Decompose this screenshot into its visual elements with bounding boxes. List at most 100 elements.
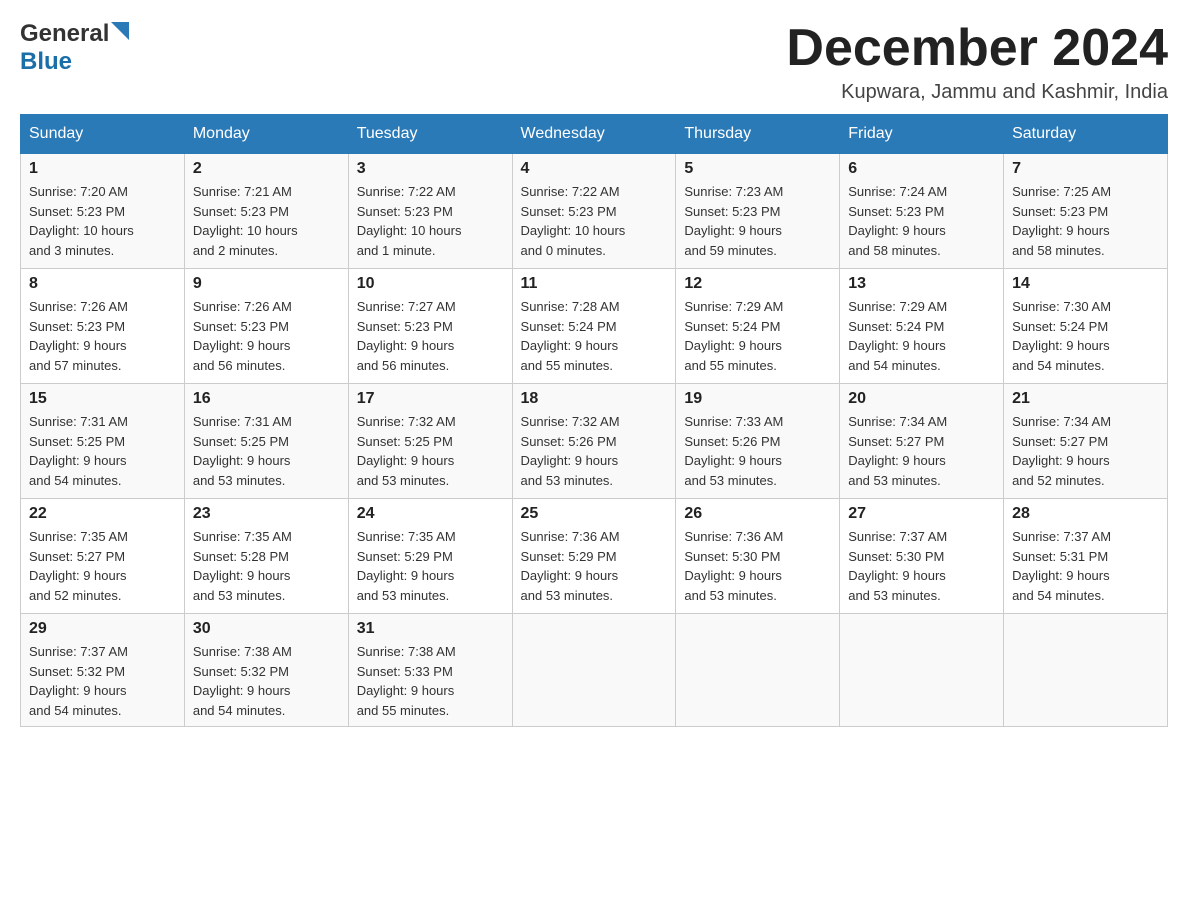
calendar-week-row: 8 Sunrise: 7:26 AMSunset: 5:23 PMDaylight…	[21, 269, 1168, 384]
day-info: Sunrise: 7:37 AMSunset: 5:30 PMDaylight:…	[848, 527, 995, 605]
day-info: Sunrise: 7:26 AMSunset: 5:23 PMDaylight:…	[29, 297, 176, 375]
day-number: 30	[193, 620, 340, 638]
logo-general-text: General	[20, 20, 109, 48]
day-number: 19	[684, 390, 831, 408]
day-number: 18	[521, 390, 668, 408]
day-info: Sunrise: 7:27 AMSunset: 5:23 PMDaylight:…	[357, 297, 504, 375]
calendar-cell: 1 Sunrise: 7:20 AMSunset: 5:23 PMDaylight…	[21, 154, 185, 269]
day-info: Sunrise: 7:37 AMSunset: 5:31 PMDaylight:…	[1012, 527, 1159, 605]
calendar-cell: 12 Sunrise: 7:29 AMSunset: 5:24 PMDayligh…	[676, 269, 840, 384]
day-number: 17	[357, 390, 504, 408]
day-number: 16	[193, 390, 340, 408]
calendar-cell	[840, 614, 1004, 727]
calendar-cell	[1004, 614, 1168, 727]
month-title: December 2024	[786, 20, 1168, 77]
day-info: Sunrise: 7:29 AMSunset: 5:24 PMDaylight:…	[848, 297, 995, 375]
calendar-cell: 8 Sunrise: 7:26 AMSunset: 5:23 PMDaylight…	[21, 269, 185, 384]
calendar-week-row: 15 Sunrise: 7:31 AMSunset: 5:25 PMDayligh…	[21, 384, 1168, 499]
day-info: Sunrise: 7:28 AMSunset: 5:24 PMDaylight:…	[521, 297, 668, 375]
day-info: Sunrise: 7:38 AMSunset: 5:32 PMDaylight:…	[193, 642, 340, 720]
day-info: Sunrise: 7:35 AMSunset: 5:29 PMDaylight:…	[357, 527, 504, 605]
day-number: 14	[1012, 275, 1159, 293]
calendar-cell: 3Sunrise: 7:22 AMSunset: 5:23 PMDaylight…	[348, 154, 512, 269]
day-number: 25	[521, 505, 668, 523]
day-info: Sunrise: 7:31 AMSunset: 5:25 PMDaylight:…	[29, 412, 176, 490]
day-info: Sunrise: 7:24 AMSunset: 5:23 PMDaylight:…	[848, 182, 995, 260]
calendar-cell	[512, 614, 676, 727]
day-number: 29	[29, 620, 176, 638]
day-number: 23	[193, 505, 340, 523]
calendar-cell: 13 Sunrise: 7:29 AMSunset: 5:24 PMDayligh…	[840, 269, 1004, 384]
calendar-cell	[676, 614, 840, 727]
calendar-cell: 9 Sunrise: 7:26 AMSunset: 5:23 PMDaylight…	[184, 269, 348, 384]
day-info: Sunrise: 7:22 AMSunset: 5:23 PMDaylight:…	[357, 182, 504, 260]
logo: General Blue	[20, 20, 129, 76]
day-info: Sunrise: 7:20 AMSunset: 5:23 PMDaylight:…	[29, 182, 176, 260]
day-number: 24	[357, 505, 504, 523]
calendar-cell: 30 Sunrise: 7:38 AMSunset: 5:32 PMDayligh…	[184, 614, 348, 727]
calendar-cell: 14Sunrise: 7:30 AMSunset: 5:24 PMDayligh…	[1004, 269, 1168, 384]
day-number: 26	[684, 505, 831, 523]
calendar-cell: 28 Sunrise: 7:37 AMSunset: 5:31 PMDayligh…	[1004, 499, 1168, 614]
day-info: Sunrise: 7:29 AMSunset: 5:24 PMDaylight:…	[684, 297, 831, 375]
calendar-cell: 24 Sunrise: 7:35 AMSunset: 5:29 PMDayligh…	[348, 499, 512, 614]
day-info: Sunrise: 7:21 AMSunset: 5:23 PMDaylight:…	[193, 182, 340, 260]
day-number: 21	[1012, 390, 1159, 408]
calendar-week-row: 22Sunrise: 7:35 AMSunset: 5:27 PMDayligh…	[21, 499, 1168, 614]
weekday-header-sunday: Sunday	[21, 115, 185, 154]
calendar-cell: 23 Sunrise: 7:35 AMSunset: 5:28 PMDayligh…	[184, 499, 348, 614]
day-number: 20	[848, 390, 995, 408]
day-info: Sunrise: 7:31 AMSunset: 5:25 PMDaylight:…	[193, 412, 340, 490]
day-number: 1	[29, 160, 176, 178]
day-info: Sunrise: 7:23 AMSunset: 5:23 PMDaylight:…	[684, 182, 831, 260]
day-number: 2	[193, 160, 340, 178]
day-number: 8	[29, 275, 176, 293]
calendar-table: SundayMondayTuesdayWednesdayThursdayFrid…	[20, 114, 1168, 727]
calendar-cell: 22Sunrise: 7:35 AMSunset: 5:27 PMDayligh…	[21, 499, 185, 614]
page-header: General Blue December 2024 Kupwara, Jamm…	[20, 20, 1168, 104]
day-number: 13	[848, 275, 995, 293]
day-info: Sunrise: 7:34 AMSunset: 5:27 PMDaylight:…	[1012, 412, 1159, 490]
day-info: Sunrise: 7:35 AMSunset: 5:28 PMDaylight:…	[193, 527, 340, 605]
calendar-cell: 31 Sunrise: 7:38 AMSunset: 5:33 PMDayligh…	[348, 614, 512, 727]
calendar-cell: 27 Sunrise: 7:37 AMSunset: 5:30 PMDayligh…	[840, 499, 1004, 614]
calendar-cell: 25Sunrise: 7:36 AMSunset: 5:29 PMDayligh…	[512, 499, 676, 614]
calendar-cell: 26 Sunrise: 7:36 AMSunset: 5:30 PMDayligh…	[676, 499, 840, 614]
calendar-cell: 17Sunrise: 7:32 AMSunset: 5:25 PMDayligh…	[348, 384, 512, 499]
day-number: 9	[193, 275, 340, 293]
day-info: Sunrise: 7:22 AMSunset: 5:23 PMDaylight:…	[521, 182, 668, 260]
calendar-week-row: 29 Sunrise: 7:37 AMSunset: 5:32 PMDayligh…	[21, 614, 1168, 727]
weekday-header-friday: Friday	[840, 115, 1004, 154]
weekday-header-row: SundayMondayTuesdayWednesdayThursdayFrid…	[21, 115, 1168, 154]
day-number: 15	[29, 390, 176, 408]
day-number: 28	[1012, 505, 1159, 523]
weekday-header-saturday: Saturday	[1004, 115, 1168, 154]
calendar-cell: 18Sunrise: 7:32 AMSunset: 5:26 PMDayligh…	[512, 384, 676, 499]
calendar-cell: 11Sunrise: 7:28 AMSunset: 5:24 PMDayligh…	[512, 269, 676, 384]
calendar-cell: 4Sunrise: 7:22 AMSunset: 5:23 PMDaylight…	[512, 154, 676, 269]
logo-triangle-icon	[111, 22, 129, 40]
day-info: Sunrise: 7:38 AMSunset: 5:33 PMDaylight:…	[357, 642, 504, 720]
day-info: Sunrise: 7:34 AMSunset: 5:27 PMDaylight:…	[848, 412, 995, 490]
calendar-cell: 15 Sunrise: 7:31 AMSunset: 5:25 PMDayligh…	[21, 384, 185, 499]
day-number: 5	[684, 160, 831, 178]
day-number: 7	[1012, 160, 1159, 178]
calendar-cell: 20 Sunrise: 7:34 AMSunset: 5:27 PMDayligh…	[840, 384, 1004, 499]
calendar-cell: 29 Sunrise: 7:37 AMSunset: 5:32 PMDayligh…	[21, 614, 185, 727]
day-number: 6	[848, 160, 995, 178]
day-number: 31	[357, 620, 504, 638]
calendar-cell: 16 Sunrise: 7:31 AMSunset: 5:25 PMDayligh…	[184, 384, 348, 499]
day-info: Sunrise: 7:36 AMSunset: 5:30 PMDaylight:…	[684, 527, 831, 605]
calendar-week-row: 1 Sunrise: 7:20 AMSunset: 5:23 PMDaylight…	[21, 154, 1168, 269]
weekday-header-thursday: Thursday	[676, 115, 840, 154]
day-info: Sunrise: 7:26 AMSunset: 5:23 PMDaylight:…	[193, 297, 340, 375]
day-info: Sunrise: 7:35 AMSunset: 5:27 PMDaylight:…	[29, 527, 176, 605]
calendar-cell: 2 Sunrise: 7:21 AMSunset: 5:23 PMDaylight…	[184, 154, 348, 269]
calendar-cell: 21 Sunrise: 7:34 AMSunset: 5:27 PMDayligh…	[1004, 384, 1168, 499]
day-number: 27	[848, 505, 995, 523]
weekday-header-monday: Monday	[184, 115, 348, 154]
day-number: 12	[684, 275, 831, 293]
logo-blue-text: Blue	[20, 48, 72, 76]
day-info: Sunrise: 7:37 AMSunset: 5:32 PMDaylight:…	[29, 642, 176, 720]
calendar-cell: 6 Sunrise: 7:24 AMSunset: 5:23 PMDaylight…	[840, 154, 1004, 269]
